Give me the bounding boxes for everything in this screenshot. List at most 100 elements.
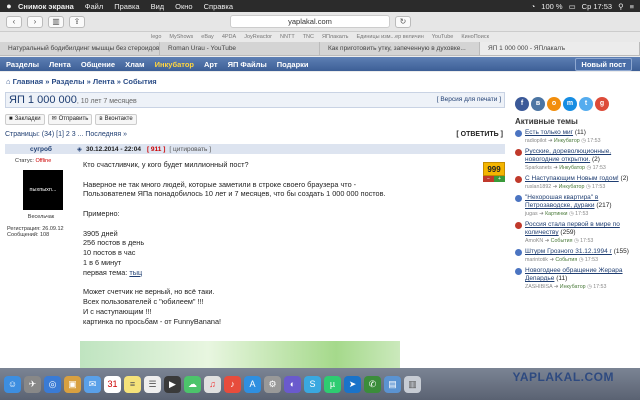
facebook-icon[interactable]: f bbox=[515, 97, 529, 111]
menu-view[interactable]: Вид bbox=[151, 2, 165, 11]
topic-user[interactable]: radiopilot bbox=[525, 138, 547, 144]
safari-icon[interactable]: ◎ bbox=[44, 375, 61, 393]
telegram-icon[interactable]: ➤ bbox=[344, 375, 361, 393]
nav-feed[interactable]: Лента bbox=[49, 60, 71, 69]
bookmark-item[interactable]: КиноПоиск bbox=[461, 32, 489, 42]
send-button[interactable]: ✉ Отправить bbox=[47, 113, 93, 125]
bookmark-item[interactable]: ЯПлакалъ bbox=[322, 32, 348, 42]
topic-user[interactable]: Sparkanets bbox=[525, 165, 552, 171]
menu-file[interactable]: Файл bbox=[85, 2, 103, 11]
bookmarks-button[interactable]: ■ Закладки bbox=[5, 113, 45, 125]
topic-section[interactable]: События bbox=[555, 257, 577, 263]
topic-user[interactable]: jugas bbox=[525, 211, 538, 217]
forward-icon[interactable]: › bbox=[27, 15, 43, 28]
breadcrumb-sections[interactable]: Разделы bbox=[51, 77, 84, 86]
skype-icon[interactable]: S bbox=[304, 375, 321, 393]
viber-icon[interactable]: ✆ bbox=[364, 375, 381, 393]
calendar-icon[interactable]: 31 bbox=[104, 375, 121, 393]
settings-icon[interactable]: ⚙ bbox=[264, 375, 281, 393]
reload-icon[interactable]: ↻ bbox=[395, 15, 411, 28]
twitter-icon[interactable]: t bbox=[579, 97, 593, 111]
active-topic-link[interactable]: Есть только миг bbox=[525, 129, 573, 136]
topic-user[interactable]: ruslan1892 bbox=[525, 184, 551, 190]
menu-help[interactable]: Справка bbox=[204, 2, 233, 11]
clock[interactable]: Ср 17:53 bbox=[582, 2, 612, 11]
trash-icon[interactable]: ▥ bbox=[404, 375, 421, 393]
notes-icon[interactable]: ≡ bbox=[124, 375, 141, 393]
share-icon[interactable]: ⇪ bbox=[69, 15, 85, 28]
bookmark-item[interactable]: lego bbox=[151, 32, 161, 42]
breadcrumb-feed[interactable]: Лента bbox=[93, 77, 115, 86]
breadcrumb-home[interactable]: Главная bbox=[13, 77, 44, 86]
photos-icon[interactable]: ▣ bbox=[64, 375, 81, 393]
messages-icon[interactable]: ☁ bbox=[184, 375, 201, 393]
browser-tab[interactable]: Как приготовить утку, запеченную в духов… bbox=[320, 42, 480, 55]
new-post-button[interactable]: Новый пост bbox=[575, 57, 632, 71]
browser-tab[interactable]: Натуральный бодибилдинг мышцы без стерои… bbox=[0, 42, 160, 55]
print-version-link[interactable]: [ Версия для печати ] bbox=[437, 96, 501, 103]
browser-tab-active[interactable]: ЯП 1 000 000 - ЯПлакалъ bbox=[480, 42, 640, 55]
post-link-icon[interactable]: ◈ bbox=[77, 145, 82, 153]
menu-edit[interactable]: Правка bbox=[114, 2, 139, 11]
bookmark-item[interactable]: NNTT bbox=[280, 32, 295, 42]
bookmark-item[interactable]: MyShows bbox=[169, 32, 193, 42]
breadcrumb-events[interactable]: События bbox=[123, 77, 157, 86]
odnoklassniki-icon[interactable]: o bbox=[547, 97, 561, 111]
topic-section[interactable]: События bbox=[551, 238, 573, 244]
topic-section[interactable]: Инкубатор bbox=[559, 184, 585, 190]
post-author[interactable]: сугроб bbox=[5, 146, 77, 153]
last-page-link[interactable]: Последняя » bbox=[85, 131, 127, 138]
mailru-icon[interactable]: m bbox=[563, 97, 577, 111]
topic-user[interactable]: marintotik bbox=[525, 257, 548, 263]
bookmark-item[interactable]: Единицы изм...ер величин bbox=[356, 32, 423, 42]
utorrent-icon[interactable]: µ bbox=[324, 375, 341, 393]
spotlight-icon[interactable]: ⚲ bbox=[618, 2, 624, 11]
nav-community[interactable]: Общение bbox=[81, 60, 115, 69]
active-topic-link[interactable]: Новогоднее обращение Жерара Депардье bbox=[525, 267, 623, 282]
finder-icon[interactable]: ☺ bbox=[4, 375, 21, 393]
nav-files[interactable]: ЯП Файлы bbox=[228, 60, 267, 69]
vk-button[interactable]: в Вконтакте bbox=[95, 113, 137, 125]
wifi-icon[interactable]: ◔ bbox=[531, 2, 536, 11]
folder-icon[interactable]: ▤ bbox=[384, 375, 401, 393]
apple-icon[interactable]: ● bbox=[0, 1, 18, 11]
itunes-icon[interactable]: ♫ bbox=[204, 375, 221, 393]
topic-user[interactable]: AmoKN bbox=[525, 238, 543, 244]
nav-sections[interactable]: Разделы bbox=[6, 60, 39, 69]
mail-icon[interactable]: ✉ bbox=[84, 375, 101, 393]
bookmark-item[interactable]: JoyReactor bbox=[244, 32, 272, 42]
reply-button[interactable]: [ ОТВЕТИТЬ ] bbox=[456, 131, 503, 138]
menu-list-icon[interactable]: ≡ bbox=[630, 2, 634, 11]
bookmark-item[interactable]: YouTube bbox=[432, 32, 454, 42]
appstore-icon[interactable]: A bbox=[244, 375, 261, 393]
active-topic-link[interactable]: Штурм Грозного 31.12.1994 г bbox=[525, 248, 612, 255]
address-bar[interactable]: yaplakal.com bbox=[230, 15, 390, 28]
nav-junk[interactable]: Хлам bbox=[125, 60, 145, 69]
launchpad-icon[interactable]: ✈ bbox=[24, 375, 41, 393]
topic-section[interactable]: Инкубатор bbox=[554, 138, 580, 144]
nav-incubator[interactable]: Инкубатор bbox=[155, 60, 194, 69]
vk-icon[interactable]: в bbox=[531, 97, 545, 111]
back-icon[interactable]: ‹ bbox=[6, 15, 22, 28]
reminders-icon[interactable]: ☰ bbox=[144, 375, 161, 393]
nav-gifts[interactable]: Подарки bbox=[277, 60, 309, 69]
quote-link[interactable]: [ цитировать ] bbox=[169, 146, 211, 153]
topic-user[interactable]: ZASHIBISA bbox=[525, 284, 552, 290]
music-icon[interactable]: ♪ bbox=[224, 375, 241, 393]
bookmark-item[interactable]: eBay bbox=[201, 32, 214, 42]
topic-section[interactable]: Инкубатор bbox=[559, 165, 585, 171]
battery-label[interactable]: 100 % bbox=[541, 2, 562, 11]
rate-up-button[interactable]: + bbox=[494, 176, 505, 182]
torrent-icon[interactable]: ◐ bbox=[284, 375, 301, 393]
active-topic-link[interactable]: С Наступающим Новым годом! bbox=[525, 175, 619, 182]
menu-window[interactable]: Окно bbox=[175, 2, 192, 11]
rate-down-button[interactable]: − bbox=[483, 176, 494, 182]
page-links[interactable]: Страницы: (34) [1] 2 3 ... bbox=[5, 131, 83, 138]
browser-tab[interactable]: Roman Urau - YouTube bbox=[160, 42, 320, 55]
menu-app[interactable]: Снимок экрана bbox=[18, 2, 74, 11]
sidebar-icon[interactable]: ▥ bbox=[48, 15, 64, 28]
first-topic-link[interactable]: тыц bbox=[129, 268, 142, 277]
topic-section[interactable]: Картинки bbox=[545, 211, 567, 217]
active-topic-link[interactable]: "Нехорошая квартира" в Петрозаводске, ду… bbox=[525, 194, 598, 209]
googleplus-icon[interactable]: g bbox=[595, 97, 609, 111]
